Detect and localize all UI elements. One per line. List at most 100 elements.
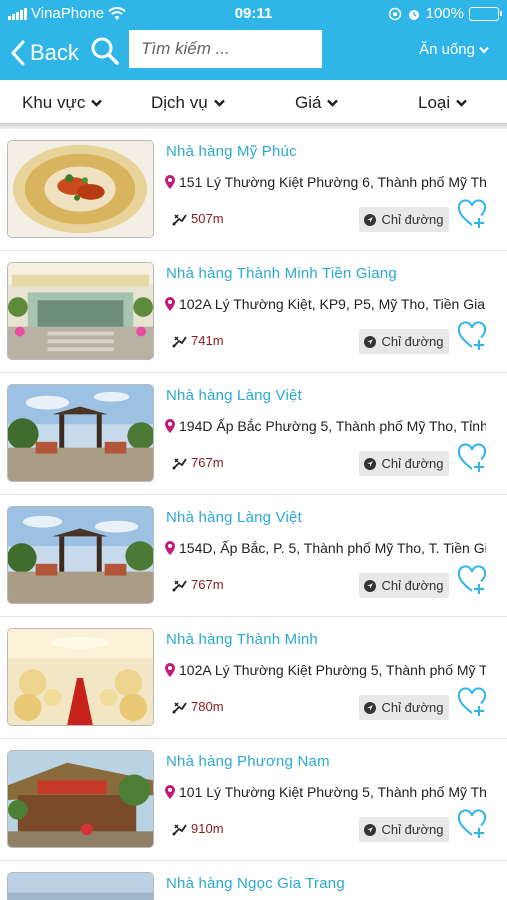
back-label: Back bbox=[30, 40, 79, 65]
navigate-icon bbox=[364, 457, 377, 470]
filter-label: Khu vực bbox=[22, 93, 86, 112]
filter-bar: Khu vực Dịch vụ Giá Loại bbox=[0, 80, 507, 126]
list-item[interactable]: Nhà hàng Làng Việt 154D, Ấp Bắc, P. 5, T… bbox=[0, 495, 507, 617]
route-icon bbox=[172, 213, 187, 225]
status-bar: VinaPhone 09:11 100% bbox=[0, 0, 507, 26]
back-button[interactable]: Back bbox=[10, 36, 79, 70]
restaurant-name[interactable]: Nhà hàng Làng Việt bbox=[166, 509, 302, 526]
filter-type[interactable]: Loại bbox=[418, 93, 467, 113]
navigate-icon bbox=[364, 823, 377, 836]
directions-button[interactable]: Chỉ đường bbox=[359, 207, 449, 232]
restaurant-name[interactable]: Nhà hàng Phương Nam bbox=[166, 753, 330, 770]
address: 151 Lý Thường Kiệt Phường 6, Thành phố M… bbox=[164, 174, 486, 190]
favorite-add-icon[interactable] bbox=[457, 809, 487, 839]
distance-text: 767m bbox=[191, 577, 224, 592]
address-text: 102A Lý Thường Kiệt Phường 5, Thành phố … bbox=[179, 662, 486, 678]
restaurant-photo bbox=[7, 750, 154, 848]
chevron-down-icon bbox=[479, 46, 489, 54]
distance: 767m bbox=[172, 455, 224, 470]
list-item[interactable]: Nhà hàng Thành Minh 102A Lý Thường Kiệt … bbox=[0, 617, 507, 739]
search-input[interactable] bbox=[129, 30, 322, 68]
address: 101 Lý Thường Kiệt Phường 5, Thành phố M… bbox=[164, 784, 486, 800]
directions-label: Chỉ đường bbox=[381, 456, 444, 471]
location-pin-icon bbox=[165, 297, 175, 311]
address-text: 102A Lý Thường Kiệt, KP9, P5, Mỹ Tho, Ti… bbox=[179, 296, 486, 312]
restaurant-photo bbox=[7, 384, 154, 482]
favorite-add-icon[interactable] bbox=[457, 687, 487, 717]
distance: 780m bbox=[172, 699, 224, 714]
distance-text: 507m bbox=[191, 211, 224, 226]
directions-label: Chỉ đường bbox=[381, 700, 444, 715]
filter-label: Giá bbox=[295, 93, 322, 112]
list-item[interactable]: Nhà hàng Ngọc Gia Trang bbox=[0, 861, 507, 900]
favorite-add-icon[interactable] bbox=[457, 565, 487, 595]
restaurant-name[interactable]: Nhà hàng Mỹ Phúc bbox=[166, 143, 297, 160]
distance: 741m bbox=[172, 333, 224, 348]
directions-button[interactable]: Chỉ đường bbox=[359, 817, 449, 842]
filter-label: Dịch vụ bbox=[151, 93, 208, 112]
route-icon bbox=[172, 701, 187, 713]
restaurant-photo bbox=[7, 872, 154, 900]
distance: 910m bbox=[172, 821, 224, 836]
directions-button[interactable]: Chỉ đường bbox=[359, 329, 449, 354]
directions-button[interactable]: Chỉ đường bbox=[359, 451, 449, 476]
directions-label: Chỉ đường bbox=[381, 578, 444, 593]
address-text: 151 Lý Thường Kiệt Phường 6, Thành phố M… bbox=[179, 174, 486, 190]
battery-icon bbox=[469, 6, 502, 21]
chevron-down-icon bbox=[327, 99, 339, 107]
distance-text: 910m bbox=[191, 821, 224, 836]
restaurant-name[interactable]: Nhà hàng Thành Minh bbox=[166, 631, 318, 648]
restaurant-photo bbox=[7, 140, 154, 238]
directions-button[interactable]: Chỉ đường bbox=[359, 695, 449, 720]
filter-area[interactable]: Khu vực bbox=[22, 93, 103, 113]
address: 154D, Ấp Bắc, P. 5, Thành phố Mỹ Tho, T.… bbox=[164, 540, 486, 556]
navigate-icon bbox=[364, 335, 377, 348]
filter-price[interactable]: Giá bbox=[295, 93, 339, 113]
chevron-left-icon bbox=[11, 40, 25, 66]
list-item[interactable]: Nhà hàng Làng Việt 194D Ấp Bắc Phường 5,… bbox=[0, 373, 507, 495]
navigate-icon bbox=[364, 213, 377, 226]
nav-bar: Back Ăn uống bbox=[0, 26, 507, 80]
chevron-down-icon bbox=[213, 99, 225, 107]
navigate-icon bbox=[364, 701, 377, 714]
directions-button[interactable]: Chỉ đường bbox=[359, 573, 449, 598]
favorite-add-icon[interactable] bbox=[457, 321, 487, 351]
route-icon bbox=[172, 457, 187, 469]
location-pin-icon bbox=[165, 419, 175, 433]
rotation-lock-icon bbox=[388, 7, 401, 20]
favorite-add-icon[interactable] bbox=[457, 443, 487, 473]
directions-label: Chỉ đường bbox=[381, 822, 444, 837]
list-item[interactable]: Nhà hàng Mỹ Phúc 151 Lý Thường Kiệt Phườ… bbox=[0, 129, 507, 251]
route-icon bbox=[172, 823, 187, 835]
restaurant-name[interactable]: Nhà hàng Làng Việt bbox=[166, 387, 302, 404]
chevron-down-icon bbox=[456, 99, 467, 107]
restaurant-name[interactable]: Nhà hàng Thành Minh Tiền Giang bbox=[166, 265, 397, 282]
address-text: 194D Ấp Bắc Phường 5, Thành phố Mỹ Tho, … bbox=[179, 418, 486, 434]
alarm-icon bbox=[408, 9, 419, 20]
distance: 767m bbox=[172, 577, 224, 592]
restaurant-name[interactable]: Nhà hàng Ngọc Gia Trang bbox=[166, 875, 345, 892]
distance-text: 780m bbox=[191, 699, 224, 714]
category-dropdown[interactable]: Ăn uống bbox=[419, 41, 489, 58]
category-label: Ăn uống bbox=[419, 41, 475, 58]
location-pin-icon bbox=[165, 785, 175, 799]
filter-service[interactable]: Dịch vụ bbox=[151, 93, 225, 113]
list-item[interactable]: Nhà hàng Thành Minh Tiền Giang 102A Lý T… bbox=[0, 251, 507, 373]
distance-text: 767m bbox=[191, 455, 224, 470]
location-pin-icon bbox=[165, 663, 175, 677]
directions-label: Chỉ đường bbox=[381, 334, 444, 349]
filter-label: Loại bbox=[418, 93, 451, 112]
address: 102A Lý Thường Kiệt, KP9, P5, Mỹ Tho, Ti… bbox=[164, 296, 486, 312]
favorite-add-icon[interactable] bbox=[457, 199, 487, 229]
restaurant-photo bbox=[7, 628, 154, 726]
battery-percent: 100% bbox=[425, 5, 464, 22]
location-pin-icon bbox=[165, 175, 175, 189]
search-icon[interactable] bbox=[90, 36, 120, 66]
address-text: 154D, Ấp Bắc, P. 5, Thành phố Mỹ Tho, T.… bbox=[179, 540, 486, 556]
directions-label: Chỉ đường bbox=[381, 212, 444, 227]
address-text: 101 Lý Thường Kiệt Phường 5, Thành phố M… bbox=[179, 784, 486, 800]
list-item[interactable]: Nhà hàng Phương Nam 101 Lý Thường Kiệt P… bbox=[0, 739, 507, 861]
address: 194D Ấp Bắc Phường 5, Thành phố Mỹ Tho, … bbox=[164, 418, 486, 434]
restaurant-photo bbox=[7, 506, 154, 604]
route-icon bbox=[172, 335, 187, 347]
